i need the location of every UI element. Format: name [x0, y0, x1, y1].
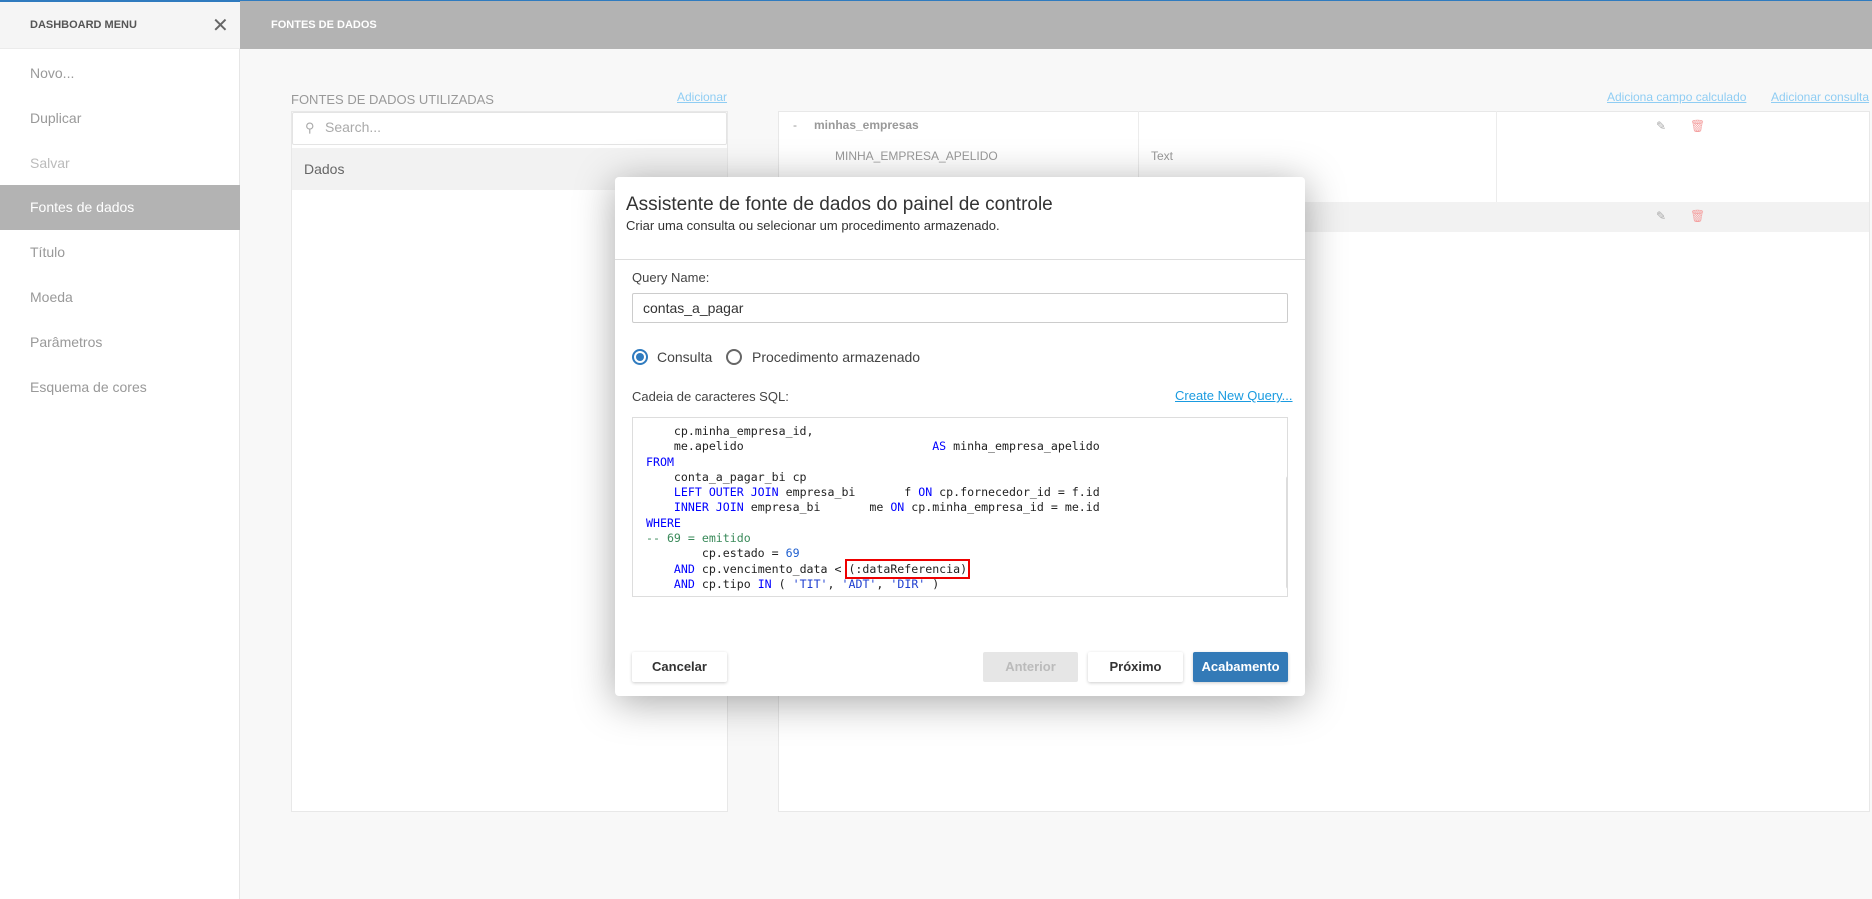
divider	[615, 259, 1305, 260]
radio-consulta[interactable]	[632, 349, 648, 365]
code-token: AND	[673, 576, 695, 591]
code-token: empresa_bi f	[778, 485, 919, 500]
sidebar: DASHBOARD MENU ✕ Novo... Duplicar Salvar…	[0, 0, 240, 899]
page-header: FONTES DE DADOS	[240, 1, 1872, 49]
code-token: IN	[757, 576, 772, 591]
sidebar-header: DASHBOARD MENU ✕	[0, 1, 240, 49]
code-token: conta_a_pagar_bi cp	[646, 469, 807, 484]
code-token: ON	[918, 485, 933, 500]
code-token: (	[771, 576, 793, 591]
radio-procedimento-label[interactable]: Procedimento armazenado	[752, 349, 920, 365]
code-token: INNER JOIN	[673, 500, 744, 515]
editor-scrollbar[interactable]	[1286, 476, 1287, 589]
previous-button[interactable]: Anterior	[983, 652, 1078, 682]
code-line: -- 69 = emitido	[646, 531, 1100, 546]
dialog-title: Assistente de fonte de dados do painel d…	[626, 194, 1053, 215]
code-token: )	[925, 576, 940, 591]
dialog-subtitle: Criar uma consulta ou selecionar um proc…	[626, 218, 1000, 233]
code-token: AS	[932, 439, 947, 454]
code-token: me.apelido	[646, 439, 933, 454]
datasource-wizard-dialog: Assistente de fonte de dados do painel d…	[615, 177, 1305, 696]
search-icon: ⚲	[305, 120, 315, 135]
sql-label: Cadeia de caracteres SQL:	[632, 389, 789, 404]
radio-procedimento[interactable]	[726, 349, 742, 365]
code-line: conta_a_pagar_bi cp	[646, 470, 1100, 485]
code-token: cp.minha_empresa_id,	[646, 424, 814, 438]
highlighted-parameter: (:dataReferencia)	[845, 558, 971, 579]
code-token: cp.fornecedor_id = f.id	[932, 485, 1100, 500]
add-calculated-field-link[interactable]: Adiciona campo calculado	[1607, 90, 1746, 104]
sidebar-title: DASHBOARD MENU	[30, 19, 137, 31]
search-input[interactable]	[325, 119, 715, 135]
finish-button[interactable]: Acabamento	[1193, 652, 1288, 682]
code-token: empresa_bi me	[743, 500, 891, 515]
search-box: ⚲	[292, 112, 727, 145]
code-line: cp.estado = 69	[646, 546, 1100, 561]
sql-editor[interactable]: cp.minha_empresa_id, me.apelido AS minha…	[632, 417, 1288, 597]
datasources-label: FONTES DE DADOS UTILIZADAS	[291, 92, 494, 107]
code-line: AND cp.vencimento_data < (:dataReferenci…	[646, 558, 1100, 579]
code-line: INNER JOIN empresa_bi me ON cp.minha_emp…	[646, 500, 1100, 515]
code-token: 'ADT'	[841, 576, 877, 591]
code-token: cp.estado =	[646, 546, 786, 561]
sidebar-item-novo[interactable]: Novo...	[0, 51, 240, 96]
code-line: me.apelido AS minha_empresa_apelido	[646, 439, 1100, 454]
add-query-link[interactable]: Adicionar consulta	[1771, 90, 1869, 104]
add-datasource-link[interactable]: Adicionar	[677, 90, 727, 104]
edit-icon[interactable]: ✎	[1656, 119, 1666, 133]
code-token: WHERE	[646, 515, 681, 530]
code-token: LEFT OUTER JOIN	[673, 485, 779, 500]
column-divider	[1496, 111, 1497, 202]
code-token: ,	[827, 576, 842, 591]
code-token: AND	[673, 561, 695, 576]
code-token: -- 69 = emitido	[646, 531, 751, 546]
code-line: LEFT OUTER JOIN empresa_bi f ON cp.forne…	[646, 485, 1100, 500]
sidebar-item-duplicar[interactable]: Duplicar	[0, 96, 240, 141]
sidebar-item-fontes-de-dados[interactable]: Fontes de dados	[0, 185, 240, 230]
next-button[interactable]: Próximo	[1088, 652, 1183, 682]
edit-icon[interactable]: ✎	[1656, 209, 1666, 223]
code-token: minha_empresa_apelido	[946, 439, 1100, 454]
code-token: cp.vencimento_data <	[694, 561, 849, 576]
field-name: MINHA_EMPRESA_APELIDO	[835, 149, 998, 163]
trash-icon[interactable]: 🗑	[1690, 119, 1705, 133]
sql-code[interactable]: cp.minha_empresa_id, me.apelido AS minha…	[646, 424, 1100, 592]
code-token: cp.tipo	[694, 576, 758, 591]
page-title: FONTES DE DADOS	[271, 19, 377, 31]
code-token: ,	[876, 576, 891, 591]
sidebar-item-moeda[interactable]: Moeda	[0, 275, 240, 320]
code-token: cp.minha_empresa_id = me.id	[904, 500, 1100, 515]
query-name-input[interactable]	[632, 293, 1288, 323]
code-line: cp.minha_empresa_id,	[646, 424, 1100, 439]
code-line: AND cp.tipo IN ( 'TIT', 'ADT', 'DIR' )	[646, 577, 1100, 592]
field-type: Text	[1151, 149, 1174, 163]
sidebar-item-esquema-de-cores[interactable]: Esquema de cores	[0, 365, 240, 410]
code-token: 'TIT'	[792, 576, 828, 591]
close-icon[interactable]: ✕	[212, 13, 229, 38]
sidebar-item-titulo[interactable]: Título	[0, 230, 240, 275]
code-line: WHERE	[646, 516, 1100, 531]
query-name: minhas_empresas	[814, 118, 919, 132]
code-token: 'DIR'	[890, 576, 926, 591]
radio-consulta-label[interactable]: Consulta	[657, 349, 712, 365]
code-token: FROM	[646, 454, 674, 469]
code-token: ON	[890, 500, 905, 515]
trash-icon[interactable]: 🗑	[1690, 209, 1705, 223]
code-line: FROM	[646, 455, 1100, 470]
sidebar-item-salvar[interactable]: Salvar	[0, 141, 240, 186]
collapse-toggle[interactable]: -	[793, 118, 797, 132]
query-name-label: Query Name:	[632, 270, 710, 285]
cancel-button[interactable]: Cancelar	[632, 652, 727, 682]
create-new-query-link[interactable]: Create New Query...	[1175, 388, 1293, 403]
sidebar-item-parametros[interactable]: Parâmetros	[0, 320, 240, 365]
code-token: 69	[785, 546, 800, 561]
